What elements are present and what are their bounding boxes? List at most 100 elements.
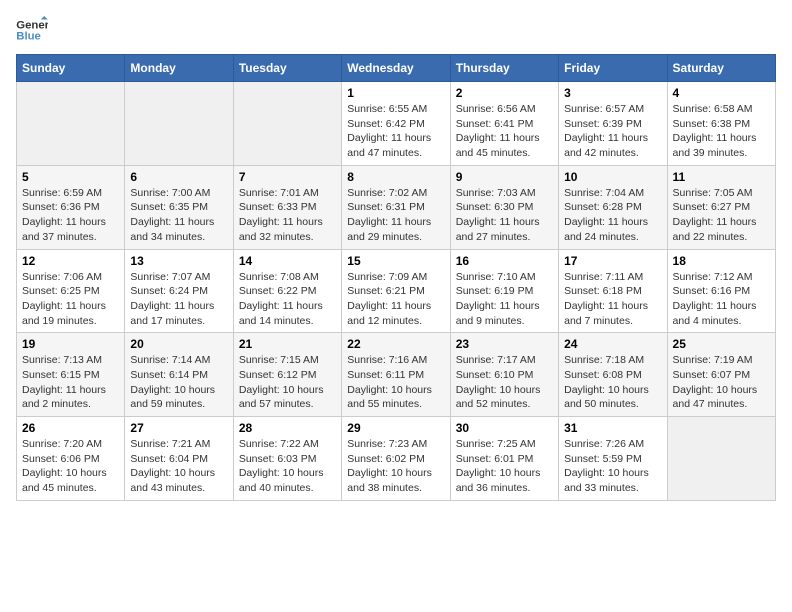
- calendar-cell: 18 Sunrise: 7:12 AM Sunset: 6:16 PM Dayli…: [667, 249, 775, 333]
- calendar-cell: 26 Sunrise: 7:20 AM Sunset: 6:06 PM Dayli…: [17, 417, 125, 501]
- day-number: 30: [456, 421, 553, 435]
- day-number: 1: [347, 86, 444, 100]
- day-info: Sunrise: 6:58 AM Sunset: 6:38 PM Dayligh…: [673, 102, 770, 161]
- weekday-header: Sunday: [17, 55, 125, 82]
- day-number: 5: [22, 170, 119, 184]
- calendar-cell: 28 Sunrise: 7:22 AM Sunset: 6:03 PM Dayli…: [233, 417, 341, 501]
- day-info: Sunrise: 6:55 AM Sunset: 6:42 PM Dayligh…: [347, 102, 444, 161]
- calendar-cell: 14Sunrise: 7:08 AM Sunset: 6:22 PM Dayli…: [233, 249, 341, 333]
- day-number: 16: [456, 254, 553, 268]
- calendar-cell: 7 Sunrise: 7:01 AM Sunset: 6:33 PM Daylig…: [233, 165, 341, 249]
- weekday-header: Tuesday: [233, 55, 341, 82]
- logo-icon: General Blue: [16, 16, 48, 44]
- day-info: Sunrise: 7:19 AM Sunset: 6:07 PM Dayligh…: [673, 353, 770, 412]
- day-info: Sunrise: 7:01 AM Sunset: 6:33 PM Dayligh…: [239, 186, 336, 245]
- svg-text:General: General: [16, 19, 48, 31]
- day-info: Sunrise: 7:09 AM Sunset: 6:21 PM Dayligh…: [347, 270, 444, 329]
- day-number: 25: [673, 337, 770, 351]
- calendar-cell: [125, 82, 233, 166]
- calendar-cell: 16 Sunrise: 7:10 AM Sunset: 6:19 PM Dayli…: [450, 249, 558, 333]
- calendar-table: SundayMondayTuesdayWednesdayThursdayFrid…: [16, 54, 776, 501]
- day-info: Sunrise: 7:10 AM Sunset: 6:19 PM Dayligh…: [456, 270, 553, 329]
- calendar-cell: 22 Sunrise: 7:16 AM Sunset: 6:11 PM Dayli…: [342, 333, 450, 417]
- calendar-cell: 6 Sunrise: 7:00 AM Sunset: 6:35 PM Daylig…: [125, 165, 233, 249]
- weekday-header: Saturday: [667, 55, 775, 82]
- calendar-cell: 30 Sunrise: 7:25 AM Sunset: 6:01 PM Dayli…: [450, 417, 558, 501]
- day-info: Sunrise: 7:07 AM Sunset: 6:24 PM Dayligh…: [130, 270, 227, 329]
- day-number: 4: [673, 86, 770, 100]
- day-info: Sunrise: 7:20 AM Sunset: 6:06 PM Dayligh…: [22, 437, 119, 496]
- day-info: Sunrise: 7:11 AM Sunset: 6:18 PM Dayligh…: [564, 270, 661, 329]
- calendar-cell: 29 Sunrise: 7:23 AM Sunset: 6:02 PM Dayli…: [342, 417, 450, 501]
- calendar-cell: 10 Sunrise: 7:04 AM Sunset: 6:28 PM Dayli…: [559, 165, 667, 249]
- day-number: 31: [564, 421, 661, 435]
- weekday-header: Monday: [125, 55, 233, 82]
- calendar-cell: 11 Sunrise: 7:05 AM Sunset: 6:27 PM Dayli…: [667, 165, 775, 249]
- calendar-cell: [233, 82, 341, 166]
- calendar-cell: 23 Sunrise: 7:17 AM Sunset: 6:10 PM Dayli…: [450, 333, 558, 417]
- day-info: Sunrise: 7:16 AM Sunset: 6:11 PM Dayligh…: [347, 353, 444, 412]
- day-number: 3: [564, 86, 661, 100]
- calendar-cell: 1 Sunrise: 6:55 AM Sunset: 6:42 PM Daylig…: [342, 82, 450, 166]
- day-number: 22: [347, 337, 444, 351]
- day-info: Sunrise: 7:13 AM Sunset: 6:15 PM Dayligh…: [22, 353, 119, 412]
- day-number: 2: [456, 86, 553, 100]
- calendar-cell: 27 Sunrise: 7:21 AM Sunset: 6:04 PM Dayli…: [125, 417, 233, 501]
- day-number: 24: [564, 337, 661, 351]
- day-info: Sunrise: 7:05 AM Sunset: 6:27 PM Dayligh…: [673, 186, 770, 245]
- day-info: Sunrise: 7:22 AM Sunset: 6:03 PM Dayligh…: [239, 437, 336, 496]
- day-number: 11: [673, 170, 770, 184]
- day-number: 28: [239, 421, 336, 435]
- day-info: Sunrise: 7:23 AM Sunset: 6:02 PM Dayligh…: [347, 437, 444, 496]
- day-number: 7: [239, 170, 336, 184]
- day-info: Sunrise: 7:03 AM Sunset: 6:30 PM Dayligh…: [456, 186, 553, 245]
- day-info: Sunrise: 7:04 AM Sunset: 6:28 PM Dayligh…: [564, 186, 661, 245]
- weekday-header: Thursday: [450, 55, 558, 82]
- day-number: 20: [130, 337, 227, 351]
- calendar-cell: 15Sunrise: 7:09 AM Sunset: 6:21 PM Dayli…: [342, 249, 450, 333]
- calendar-cell: 20 Sunrise: 7:14 AM Sunset: 6:14 PM Dayli…: [125, 333, 233, 417]
- calendar-cell: 31Sunrise: 7:26 AM Sunset: 5:59 PM Dayli…: [559, 417, 667, 501]
- calendar-cell: 24 Sunrise: 7:18 AM Sunset: 6:08 PM Dayli…: [559, 333, 667, 417]
- day-number: 10: [564, 170, 661, 184]
- calendar-cell: [17, 82, 125, 166]
- day-number: 29: [347, 421, 444, 435]
- day-number: 13: [130, 254, 227, 268]
- calendar-cell: 4 Sunrise: 6:58 AM Sunset: 6:38 PM Daylig…: [667, 82, 775, 166]
- calendar-cell: 12 Sunrise: 7:06 AM Sunset: 6:25 PM Dayli…: [17, 249, 125, 333]
- day-info: Sunrise: 7:08 AM Sunset: 6:22 PM Dayligh…: [239, 270, 336, 329]
- day-info: Sunrise: 7:02 AM Sunset: 6:31 PM Dayligh…: [347, 186, 444, 245]
- day-number: 18: [673, 254, 770, 268]
- calendar-cell: [667, 417, 775, 501]
- day-number: 8: [347, 170, 444, 184]
- day-number: 23: [456, 337, 553, 351]
- day-number: 27: [130, 421, 227, 435]
- day-info: Sunrise: 7:12 AM Sunset: 6:16 PM Dayligh…: [673, 270, 770, 329]
- day-number: 6: [130, 170, 227, 184]
- header: General Blue: [16, 16, 776, 44]
- day-number: 17: [564, 254, 661, 268]
- day-info: Sunrise: 7:15 AM Sunset: 6:12 PM Dayligh…: [239, 353, 336, 412]
- day-info: Sunrise: 7:00 AM Sunset: 6:35 PM Dayligh…: [130, 186, 227, 245]
- day-info: Sunrise: 7:21 AM Sunset: 6:04 PM Dayligh…: [130, 437, 227, 496]
- logo: General Blue: [16, 16, 48, 44]
- day-number: 21: [239, 337, 336, 351]
- calendar-cell: 5Sunrise: 6:59 AM Sunset: 6:36 PM Daylig…: [17, 165, 125, 249]
- day-number: 26: [22, 421, 119, 435]
- day-info: Sunrise: 7:25 AM Sunset: 6:01 PM Dayligh…: [456, 437, 553, 496]
- day-info: Sunrise: 7:18 AM Sunset: 6:08 PM Dayligh…: [564, 353, 661, 412]
- calendar-cell: 8 Sunrise: 7:02 AM Sunset: 6:31 PM Daylig…: [342, 165, 450, 249]
- calendar-cell: 21 Sunrise: 7:15 AM Sunset: 6:12 PM Dayli…: [233, 333, 341, 417]
- day-number: 12: [22, 254, 119, 268]
- calendar-cell: 25 Sunrise: 7:19 AM Sunset: 6:07 PM Dayli…: [667, 333, 775, 417]
- weekday-header: Friday: [559, 55, 667, 82]
- calendar-cell: 9Sunrise: 7:03 AM Sunset: 6:30 PM Daylig…: [450, 165, 558, 249]
- calendar-cell: 19Sunrise: 7:13 AM Sunset: 6:15 PM Dayli…: [17, 333, 125, 417]
- day-info: Sunrise: 6:56 AM Sunset: 6:41 PM Dayligh…: [456, 102, 553, 161]
- day-info: Sunrise: 7:17 AM Sunset: 6:10 PM Dayligh…: [456, 353, 553, 412]
- calendar-cell: 2 Sunrise: 6:56 AM Sunset: 6:41 PM Daylig…: [450, 82, 558, 166]
- day-info: Sunrise: 7:14 AM Sunset: 6:14 PM Dayligh…: [130, 353, 227, 412]
- day-info: Sunrise: 7:06 AM Sunset: 6:25 PM Dayligh…: [22, 270, 119, 329]
- calendar-cell: 13 Sunrise: 7:07 AM Sunset: 6:24 PM Dayli…: [125, 249, 233, 333]
- svg-text:Blue: Blue: [16, 31, 41, 43]
